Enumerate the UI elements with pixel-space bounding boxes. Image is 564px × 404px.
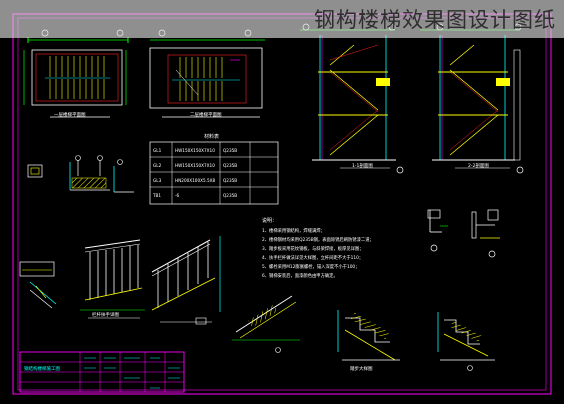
schedule-cell: -6 — [175, 193, 180, 198]
title-banner: 钢构楼梯效果图设计图纸 — [0, 0, 564, 38]
profile-detail — [427, 209, 500, 258]
plan-first-caption: 一层楼梯平面图 — [54, 111, 86, 118]
stair-tread-detail-two: 踏步大样图 — [337, 310, 400, 372]
stair-section-one: 1-1剖面图 — [300, 23, 404, 174]
note-line: 6、钢梯安装后，面漆颜色由甲方确定。 — [262, 272, 338, 279]
note-line: 5、螺栓采用M12膨胀螺栓，锚入深度不小于100； — [262, 263, 359, 270]
schedule-cell: Q235B — [223, 163, 237, 168]
design-notes: 说明： 1、楼梯采用钢结构，焊缝满焊； 2、楼梯钢材均采用Q235B钢，表面除锈后… — [262, 217, 374, 279]
railing-elevation-two — [151, 236, 221, 325]
schedule-cell: HW150X150X7X10 — [175, 148, 215, 153]
note-line: 2、楼梯钢材均采用Q235B钢，表面除锈后刷防锈漆二道； — [262, 236, 374, 243]
notes-heading: 说明： — [262, 217, 277, 224]
schedule-cell: HN200X100X5.5X8 — [175, 178, 216, 183]
note-line: 3、踏步板采用花纹钢板，与斜梁焊接，板厚见详图； — [262, 245, 364, 252]
stair-plan-second-floor: 二层楼梯平面图 — [149, 29, 265, 118]
title-block: 钢结构楼梯施工图 — [19, 351, 185, 393]
section-two-caption: 2-2剖面图 — [468, 162, 489, 169]
schedule-cell: GL2 — [153, 163, 162, 168]
schedule-cell: Q235B — [223, 148, 237, 153]
banner-title: 钢构楼梯效果图设计图纸 — [314, 8, 556, 32]
schedule-cell: Q235B — [223, 193, 237, 198]
schedule-cell: GL1 — [153, 148, 162, 153]
column-base-detail — [27, 155, 134, 193]
material-schedule: 材料表 GL1 HW150X150X7X10 Q235B GL2 HW150X150X7… — [149, 133, 279, 205]
stair-plan-first-floor: 一层楼梯平面图 — [23, 29, 129, 118]
cad-drawing-canvas: 一层楼梯平面图 二层楼梯平面图 1-1剖面图 2-2剖面图 材料表 GL1 HW… — [0, 0, 564, 400]
railing-detail-left — [19, 261, 57, 309]
stair-section-two: 2-2剖面图 — [420, 23, 524, 174]
stair-tread-detail-three — [437, 312, 495, 371]
schedule-cell: HW150X150X7X10 — [175, 163, 215, 168]
cad-drawing: 一层楼梯平面图 二层楼梯平面图 1-1剖面图 2-2剖面图 材料表 GL1 HW… — [12, 13, 552, 395]
schedule-cell: TB1 — [152, 193, 161, 198]
stair-tread-detail-one — [232, 295, 300, 353]
note-line: 1、楼梯采用钢结构，焊缝满焊； — [262, 227, 325, 234]
plan-second-caption: 二层楼梯平面图 — [190, 111, 222, 118]
schedule-cell: Q235B — [223, 178, 237, 183]
note-line: 4、扶手栏杆做法详见大样图，立杆间距不大于110； — [262, 254, 363, 261]
stair-detail-caption: 踏步大样图 — [350, 365, 373, 372]
title-block-caption: 钢结构楼梯施工图 — [24, 365, 60, 372]
section-one-caption: 1-1剖面图 — [352, 162, 373, 169]
railing-caption: 栏杆扶手详图 — [92, 311, 119, 318]
railing-elevation-one: 栏杆扶手详图 — [80, 239, 145, 319]
schedule-title: 材料表 — [204, 133, 219, 140]
schedule-cell: GL3 — [153, 178, 162, 183]
